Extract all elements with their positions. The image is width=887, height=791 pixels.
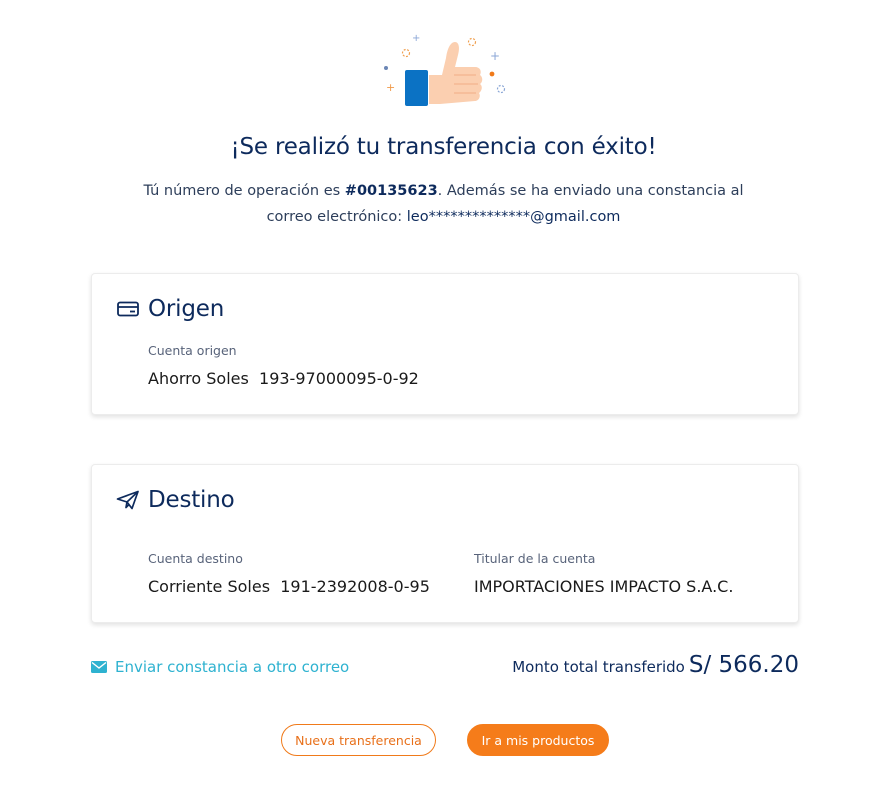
- destination-account-value: Corriente Soles 191-2392008-0-95: [148, 577, 430, 596]
- account-holder-value: IMPORTACIONES IMPACTO S.A.C.: [474, 577, 734, 596]
- email-address: leo**************@gmail.com: [406, 209, 621, 225]
- success-message: Tú número de operación es #00135623. Ade…: [130, 178, 757, 230]
- total-transferred: Monto total transferido S/ 566.20: [512, 652, 799, 678]
- origin-card: Origen Cuenta origen Ahorro Soles 193-97…: [91, 273, 799, 415]
- send-receipt-link[interactable]: Enviar constancia a otro correo: [91, 658, 349, 676]
- paper-plane-icon: [116, 488, 140, 512]
- email-prefix: correo electrónico:: [266, 209, 407, 225]
- send-receipt-label: Enviar constancia a otro correo: [115, 658, 350, 676]
- svg-text:+: +: [386, 81, 395, 94]
- total-label: Monto total transferido: [512, 658, 685, 676]
- success-illustration: + + +: [0, 28, 887, 118]
- operation-number: #00135623: [344, 183, 438, 199]
- success-title: ¡Se realizó tu transferencia con éxito!: [230, 134, 657, 160]
- total-amount: S/ 566.20: [688, 652, 799, 678]
- svg-text:+: +: [490, 49, 500, 63]
- destination-account-label: Cuenta destino: [148, 551, 243, 566]
- destination-card: Destino Cuenta destino Corriente Soles 1…: [91, 464, 799, 623]
- new-transfer-button[interactable]: Nueva transferencia: [281, 724, 436, 756]
- thumbs-up-icon: + + +: [384, 33, 506, 106]
- svg-text:+: +: [412, 33, 420, 44]
- account-holder-label: Titular de la cuenta: [474, 551, 596, 566]
- summary-row: Enviar constancia a otro correo Monto to…: [91, 652, 799, 684]
- credit-card-icon: [116, 297, 140, 321]
- origin-header: Origen: [116, 296, 224, 322]
- destination-header: Destino: [116, 487, 235, 513]
- message-suffix: . Además se ha enviado una constancia al: [437, 183, 744, 199]
- origin-title: Origen: [148, 296, 225, 322]
- origin-account-value: Ahorro Soles 193-97000095-0-92: [148, 369, 419, 388]
- go-to-products-button[interactable]: Ir a mis productos: [467, 724, 609, 756]
- origin-account-label: Cuenta origen: [148, 343, 237, 358]
- origin-account-field: Cuenta origen Ahorro Soles 193-97000095-…: [148, 343, 419, 388]
- destination-account-field: Cuenta destino Corriente Soles 191-23920…: [148, 551, 430, 596]
- destination-title: Destino: [148, 487, 235, 513]
- message-prefix: Tú número de operación es: [143, 183, 345, 199]
- account-holder-field: Titular de la cuenta IMPORTACIONES IMPAC…: [474, 551, 733, 596]
- envelope-icon: [91, 661, 107, 673]
